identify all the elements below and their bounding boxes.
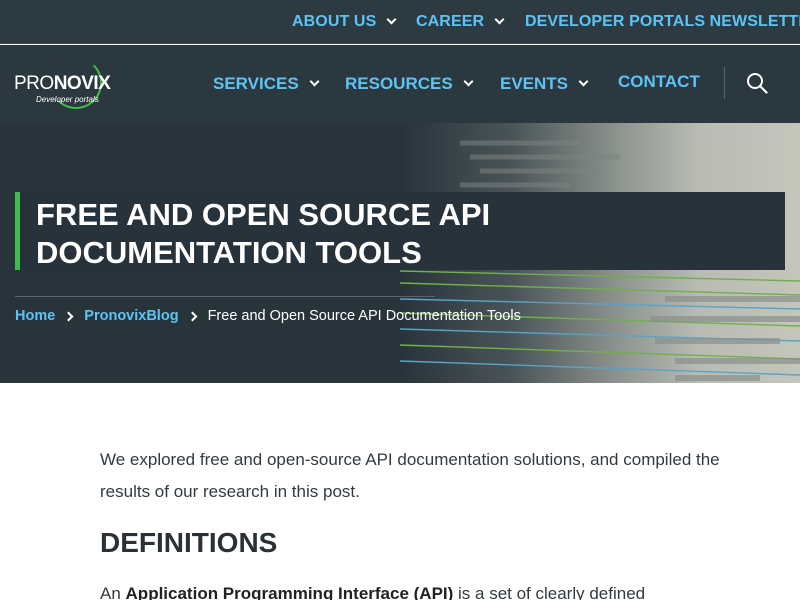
paragraph-bold-term: Application Programming Interface (API): [125, 584, 454, 600]
breadcrumb-current: Free and Open Source API Documentation T…: [207, 308, 521, 324]
main-navigation: PRONOVIX Developer portals SERVICES RESO…: [0, 45, 800, 123]
logo-word-pro: PRO: [14, 73, 54, 94]
top-nav-newsletter[interactable]: DEVELOPER PORTALS NEWSLETTER: [525, 0, 800, 44]
nav-contact[interactable]: CONTACT: [618, 43, 700, 121]
logo-word-novix: NOVIX: [53, 73, 111, 94]
breadcrumb-divider: [15, 296, 435, 297]
top-nav-newsletter-label: DEVELOPER PORTALS NEWSLETTER: [525, 13, 800, 30]
chevron-down-icon: [494, 14, 505, 25]
nav-services[interactable]: SERVICES: [213, 45, 320, 123]
article-paragraph: An Application Programming Interface (AP…: [100, 578, 720, 600]
nav-events-label: EVENTS: [500, 74, 569, 93]
nav-contact-label: CONTACT: [618, 72, 700, 91]
nav-resources[interactable]: RESOURCES: [345, 45, 474, 123]
nav-events[interactable]: EVENTS: [500, 45, 589, 123]
chevron-down-icon: [309, 76, 320, 87]
section-heading-definitions: DEFINITIONS: [100, 527, 278, 558]
nav-services-label: SERVICES: [213, 74, 299, 93]
top-nav-about-us[interactable]: ABOUT US: [292, 0, 397, 44]
chevron-right-icon: [63, 311, 74, 321]
hero-banner: FREE AND OPEN SOURCE API DOCUMENTATION T…: [0, 123, 800, 383]
pronovix-logo[interactable]: PRONOVIX Developer portals: [14, 57, 111, 111]
logo-wordmark: PRONOVIX: [14, 73, 111, 95]
breadcrumb-home-link[interactable]: Home: [15, 308, 55, 324]
logo-tagline: Developer portals: [36, 95, 99, 104]
hero-title-box: FREE AND OPEN SOURCE API DOCUMENTATION T…: [15, 192, 785, 270]
top-utility-bar: ABOUT US CAREER DEVELOPER PORTALS NEWSLE…: [0, 0, 800, 44]
top-nav-about-us-label: ABOUT US: [292, 13, 377, 30]
breadcrumb: Home PronovixBlog Free and Open Source A…: [15, 306, 521, 326]
search-icon[interactable]: [746, 72, 768, 94]
chevron-down-icon: [463, 76, 474, 87]
top-nav-career[interactable]: CAREER: [416, 0, 505, 44]
breadcrumb-blog-link[interactable]: PronovixBlog: [84, 308, 178, 324]
paragraph-text-start: An: [100, 584, 126, 600]
chevron-down-icon: [578, 76, 589, 87]
top-nav-career-label: CAREER: [416, 13, 485, 30]
article-intro: We explored free and open-source API doc…: [100, 450, 720, 501]
nav-divider: [724, 67, 725, 99]
chevron-down-icon: [386, 14, 397, 25]
page-title: FREE AND OPEN SOURCE API DOCUMENTATION T…: [36, 197, 491, 270]
nav-resources-label: RESOURCES: [345, 74, 453, 93]
chevron-right-icon: [187, 311, 198, 321]
paragraph-text-rest: is a set of clearly defined: [453, 584, 646, 600]
